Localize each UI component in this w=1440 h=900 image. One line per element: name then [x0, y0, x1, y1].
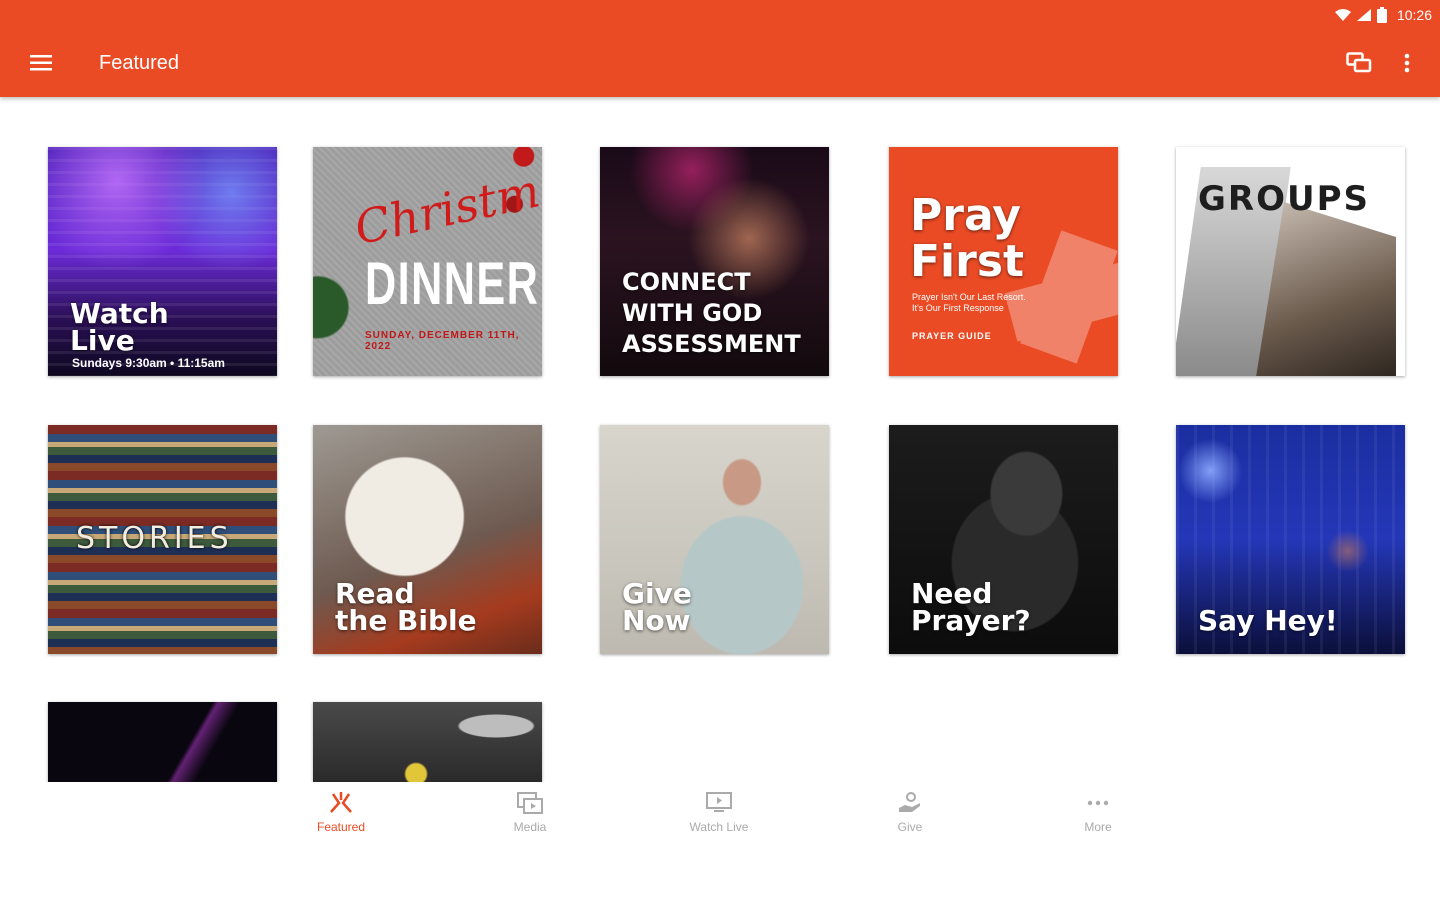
chat-icon [1346, 52, 1372, 73]
nav-label: Media [513, 820, 547, 834]
tile-read-bible[interactable]: Read the Bible [313, 425, 542, 654]
tile-groups[interactable]: GROUPS [1176, 147, 1405, 376]
tile-date: SUNDAY, DECEMBER 11TH, 2022 [365, 330, 520, 352]
tile-label: Say Hey! [1198, 604, 1338, 637]
tile-partial[interactable] [313, 702, 542, 782]
chat-button[interactable] [1342, 46, 1376, 80]
menu-button[interactable] [24, 46, 58, 80]
nav-featured[interactable]: Featured [286, 792, 396, 848]
signal-icon [1356, 9, 1371, 21]
app-bar: 10:26 Featured [0, 0, 1440, 97]
tile-label: DINNER [365, 250, 540, 317]
nav-label: More [1084, 820, 1112, 834]
nav-give[interactable]: Give [855, 792, 965, 848]
bottom-navigation: Featured Media Watch Live Give More [0, 782, 1440, 900]
wifi-icon [1334, 9, 1351, 21]
hamburger-icon [30, 55, 52, 71]
page-title: Featured [99, 52, 180, 74]
tile-label: STORIES [76, 521, 233, 556]
media-icon [517, 792, 543, 814]
tile-label: Watch Live [70, 297, 169, 357]
tile-christmas-dinner[interactable]: Christmas DINNER SUNDAY, DECEMBER 11TH, … [313, 147, 542, 376]
give-icon [899, 792, 920, 812]
more-vertical-icon [1404, 53, 1410, 73]
tile-caption: PRAYER GUIDE [912, 331, 992, 341]
nav-watch-live[interactable]: Watch Live [664, 792, 774, 848]
tile-label: GROUPS [1198, 179, 1371, 219]
tile-label: Need Prayer? [911, 577, 1031, 637]
tile-label: CONNECT WITH GOD ASSESSMENT [622, 268, 801, 358]
nav-label: Give [897, 820, 923, 834]
featured-icon [330, 792, 352, 813]
tile-label: Give Now [622, 577, 692, 637]
nav-label: Featured [316, 820, 366, 834]
tile-watch-live[interactable]: Watch Live Sundays 9:30am • 11:15am [48, 147, 277, 376]
tile-say-hey[interactable]: Say Hey! [1176, 425, 1405, 654]
tile-partial[interactable] [48, 702, 277, 782]
tile-pray-first[interactable]: Pray First Prayer Isn't Our Last Resort.… [889, 147, 1118, 376]
tile-give-now[interactable]: Give Now [600, 425, 829, 654]
tile-label: Read the Bible [335, 577, 477, 637]
nav-more[interactable]: More [1043, 792, 1153, 848]
tile-label: Pray First [910, 190, 1025, 287]
tile-subtitle: Sundays 9:30am • 11:15am [72, 356, 225, 370]
overflow-menu-button[interactable] [1390, 46, 1424, 80]
nav-label: Watch Live [689, 820, 749, 834]
nav-media[interactable]: Media [475, 792, 585, 848]
tile-tagline: Prayer Isn't Our Last Resort. It's Our F… [912, 292, 1026, 313]
monitor-icon [706, 792, 732, 812]
more-horizontal-icon [1087, 800, 1109, 806]
tile-stories[interactable]: STORIES [48, 425, 277, 654]
status-time: 10:26 [1396, 7, 1432, 23]
battery-icon [1376, 7, 1387, 23]
tile-script-title: Christmas [349, 152, 542, 256]
tile-need-prayer[interactable]: Need Prayer? [889, 425, 1118, 654]
tile-connect-assessment[interactable]: CONNECT WITH GOD ASSESSMENT [600, 147, 829, 376]
status-bar: 10:26 [1334, 4, 1432, 26]
